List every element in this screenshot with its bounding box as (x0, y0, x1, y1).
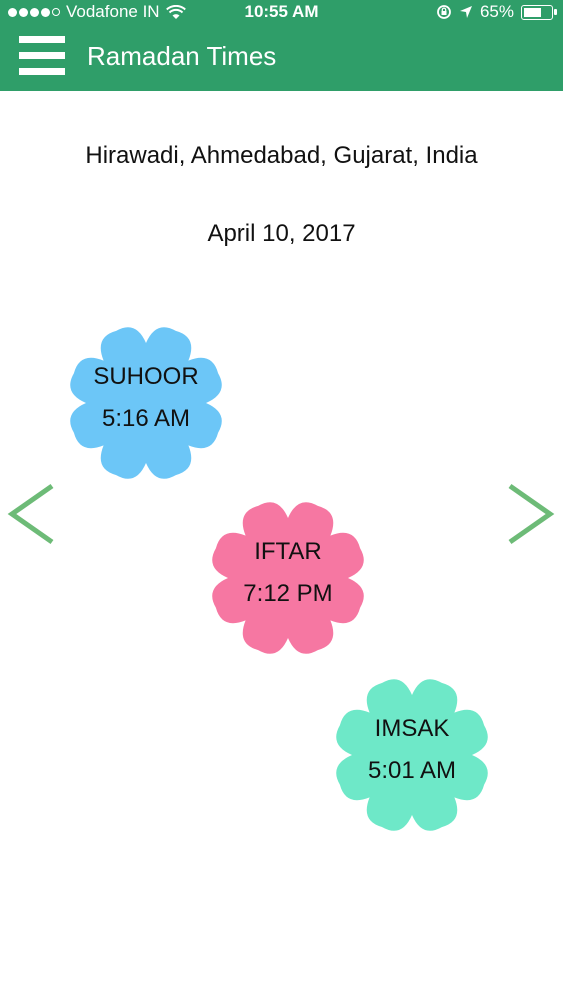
location-arrow-icon (459, 6, 472, 18)
app-bar: Ramadan Times (0, 24, 563, 91)
status-right: 65% (436, 2, 557, 22)
iftar-time-card: IFTAR 7:12 PM (208, 498, 368, 658)
chevron-left-icon[interactable] (6, 482, 56, 546)
location-text: Hirawadi, Ahmedabad, Gujarat, India (85, 142, 478, 169)
hamburger-menu-icon[interactable] (19, 34, 65, 78)
battery-icon (521, 4, 557, 20)
date-text: April 10, 2017 (207, 220, 356, 247)
imsak-time: 5:01 AM (367, 757, 457, 784)
chevron-right-icon[interactable] (506, 482, 556, 546)
status-bar: Vodafone IN 10:55 AM 65% (0, 0, 563, 24)
flower-badge-icon (70, 327, 222, 479)
suhoor-time-card: SUHOOR 5:16 AM (66, 323, 226, 483)
rotation-lock-icon (437, 5, 451, 19)
suhoor-time: 5:16 AM (101, 405, 191, 432)
suhoor-label: SUHOOR (93, 363, 199, 390)
imsak-time-card: IMSAK 5:01 AM (332, 675, 492, 835)
app-title: Ramadan Times (87, 41, 277, 71)
iftar-label: IFTAR (254, 538, 322, 565)
flower-badge-icon (336, 679, 488, 831)
iftar-time: 7:12 PM (243, 580, 333, 607)
imsak-label: IMSAK (374, 715, 450, 742)
battery-percent: 65% (479, 2, 514, 21)
flower-badge-icon (212, 502, 364, 654)
